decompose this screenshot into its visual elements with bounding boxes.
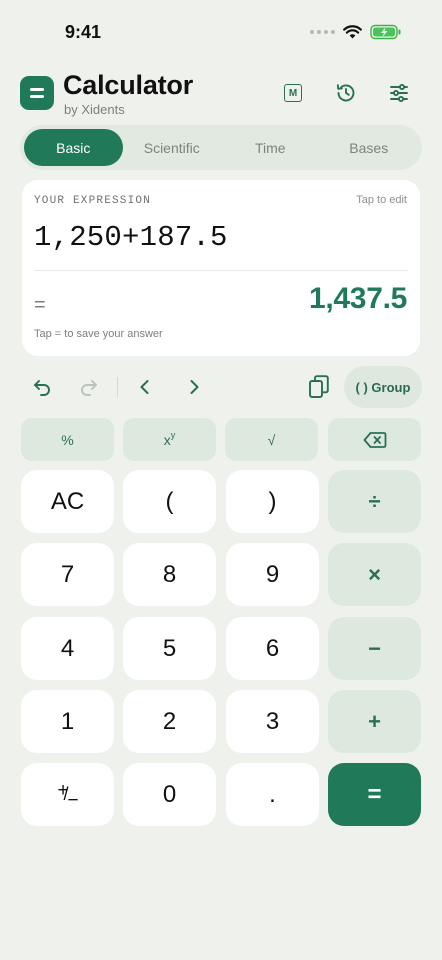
cursor-left-button[interactable] (132, 374, 158, 400)
tab-bases[interactable]: Bases (320, 129, 419, 166)
clear-key[interactable]: AC (21, 470, 114, 533)
redo-button[interactable] (76, 374, 102, 400)
tab-scientific[interactable]: Scientific (123, 129, 222, 166)
percent-key[interactable]: % (21, 418, 114, 461)
decimal-key[interactable]: . (226, 763, 319, 826)
equals-key[interactable]: = (328, 763, 421, 826)
plus-minus-glyph: + / − (55, 780, 81, 811)
minus-key[interactable]: − (328, 617, 421, 680)
power-key-base: x (163, 431, 171, 448)
digit-6-key[interactable]: 6 (226, 617, 319, 680)
copy-button[interactable] (306, 374, 332, 400)
digit-8-key[interactable]: 8 (123, 543, 216, 606)
digit-7-key[interactable]: 7 (21, 543, 114, 606)
close-paren-key[interactable]: ) (226, 470, 319, 533)
sqrt-key[interactable]: √ (225, 418, 318, 461)
digit-2-key[interactable]: 2 (123, 690, 216, 753)
redo-icon (81, 380, 97, 396)
memory-label: M (288, 87, 298, 99)
power-key-exponent: y (170, 429, 176, 440)
divider (34, 270, 408, 271)
sign-toggle-key[interactable]: + / − (21, 763, 114, 826)
cursor-left-icon (140, 380, 149, 394)
signal-icon (310, 30, 335, 34)
cursor-right-icon (190, 380, 199, 394)
cursor-right-button[interactable] (181, 374, 207, 400)
digit-3-key[interactable]: 3 (226, 690, 319, 753)
plus-minus-minus: − (67, 789, 79, 811)
memory-button[interactable]: M (280, 80, 306, 106)
expression-card[interactable]: YOUR EXPRESSION Tap to edit 1,250+187.5 … (22, 180, 420, 356)
group-label: ( ) Group (355, 379, 411, 395)
backspace-icon (363, 431, 386, 448)
expression-label: YOUR EXPRESSION (34, 195, 152, 207)
digit-9-key[interactable]: 9 (226, 543, 319, 606)
digit-5-key[interactable]: 5 (123, 617, 216, 680)
expression-display[interactable]: 1,250+187.5 (34, 221, 228, 254)
group-button[interactable]: ( ) Group (344, 366, 422, 408)
mode-tabs: Basic Scientific Time Bases (20, 125, 422, 170)
plus-key[interactable]: + (328, 690, 421, 753)
equals-sign: = (34, 294, 46, 316)
undo-icon (34, 380, 50, 396)
divide-key[interactable]: ÷ (328, 470, 421, 533)
tab-basic[interactable]: Basic (24, 129, 123, 166)
undo-button[interactable] (29, 374, 55, 400)
open-paren-key[interactable]: ( (123, 470, 216, 533)
wifi-icon (343, 25, 362, 39)
settings-button[interactable] (386, 80, 412, 106)
result-display: 1,437.5 (309, 282, 407, 315)
settings-sliders-icon (390, 83, 408, 103)
digit-0-key[interactable]: 0 (123, 763, 216, 826)
memory-icon: M (284, 84, 302, 102)
status-indicators (310, 24, 402, 40)
edit-hint: Tap to edit (356, 194, 407, 206)
copy-icon (309, 375, 329, 398)
battery-charging-icon (370, 24, 401, 40)
app-subtitle: by Xidents (64, 102, 125, 117)
status-time: 9:41 (65, 22, 102, 42)
app-logo (20, 76, 54, 110)
digit-4-key[interactable]: 4 (21, 617, 114, 680)
toolbar-divider (117, 377, 118, 397)
power-key[interactable]: xy (123, 418, 216, 461)
digit-1-key[interactable]: 1 (21, 690, 114, 753)
backspace-key[interactable] (328, 418, 421, 461)
save-hint: Tap = to save your answer (34, 328, 163, 340)
app-title: Calculator (63, 70, 194, 100)
history-button[interactable] (333, 80, 359, 106)
history-icon (336, 84, 355, 102)
multiply-key[interactable]: × (328, 543, 421, 606)
tab-time[interactable]: Time (221, 129, 320, 166)
